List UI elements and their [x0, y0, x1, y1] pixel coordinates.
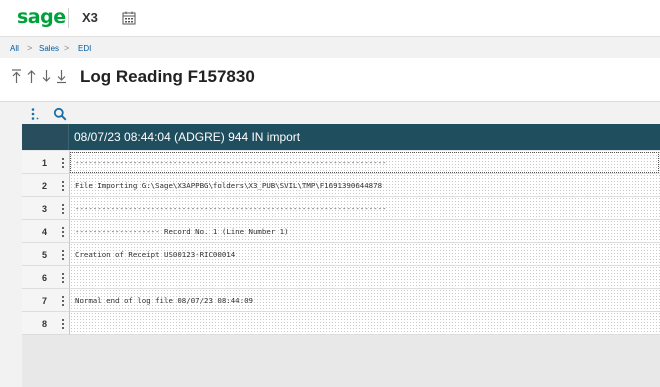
- grid-header-title: 08/07/23 08:44:04 (ADGRE) 944 IN import: [74, 130, 301, 144]
- log-grid: 08/07/23 08:44:04 (ADGRE) 944 IN import …: [22, 124, 660, 387]
- calendar-icon[interactable]: [122, 11, 136, 25]
- table-row[interactable]: 7 Normal end of log file 08/07/23 08:44:…: [22, 289, 660, 312]
- search-icon[interactable]: [53, 107, 67, 121]
- row-menu-icon[interactable]: [57, 243, 69, 266]
- chevron-right-icon: >: [64, 43, 70, 53]
- log-line[interactable]: ----------------------------------------…: [69, 197, 660, 220]
- row-menu-icon[interactable]: [57, 174, 69, 197]
- row-menu-icon[interactable]: [57, 266, 69, 289]
- previous-record-icon[interactable]: [26, 68, 37, 84]
- log-line[interactable]: ----------------------------------------…: [69, 151, 660, 174]
- row-number: 6: [22, 266, 57, 289]
- row-number: 7: [22, 289, 57, 312]
- log-line[interactable]: [69, 266, 660, 289]
- grid-header-corner: [22, 124, 69, 150]
- log-line[interactable]: ------------------- Record No. 1 (Line N…: [69, 220, 660, 243]
- top-bar: sage X3: [0, 0, 660, 37]
- more-vertical-icon[interactable]: [26, 107, 40, 121]
- table-row[interactable]: 3 --------------------------------------…: [22, 197, 660, 220]
- row-menu-icon[interactable]: [57, 220, 69, 243]
- breadcrumb-all[interactable]: All: [10, 44, 19, 53]
- product-name: X3: [82, 10, 98, 25]
- breadcrumb-sales[interactable]: Sales: [39, 44, 59, 53]
- log-line[interactable]: [69, 312, 660, 335]
- title-bar: Log Reading F157830: [0, 58, 660, 102]
- row-number: 4: [22, 220, 57, 243]
- last-record-icon[interactable]: [56, 68, 67, 84]
- divider: [68, 8, 69, 28]
- next-record-icon[interactable]: [41, 68, 52, 84]
- sage-logo[interactable]: sage: [17, 6, 66, 28]
- log-line[interactable]: File Importing G:\Sage\X3APPBG\folders\X…: [69, 174, 660, 197]
- row-menu-icon[interactable]: [57, 289, 69, 312]
- breadcrumb: All > Sales > EDI: [0, 38, 660, 58]
- table-row[interactable]: 2 File Importing G:\Sage\X3APPBG\folders…: [22, 174, 660, 197]
- row-menu-icon[interactable]: [57, 197, 69, 220]
- log-line[interactable]: Creation of Receipt US00123-RIC00014: [69, 243, 660, 266]
- row-number: 8: [22, 312, 57, 335]
- table-row[interactable]: 8: [22, 312, 660, 335]
- row-menu-icon[interactable]: [57, 312, 69, 335]
- table-row[interactable]: 4 ------------------- Record No. 1 (Line…: [22, 220, 660, 243]
- first-record-icon[interactable]: [11, 68, 22, 84]
- table-row[interactable]: 5 Creation of Receipt US00123-RIC00014: [22, 243, 660, 266]
- page-title: Log Reading F157830: [80, 67, 255, 86]
- row-number: 2: [22, 174, 57, 197]
- grid-toolbar: [22, 106, 660, 124]
- table-row[interactable]: 6: [22, 266, 660, 289]
- row-number: 3: [22, 197, 57, 220]
- breadcrumb-edi[interactable]: EDI: [78, 44, 91, 53]
- log-line[interactable]: Normal end of log file 08/07/23 08:44:09: [69, 289, 660, 312]
- table-row[interactable]: 1 --------------------------------------…: [22, 151, 660, 174]
- chevron-right-icon: >: [27, 43, 33, 53]
- row-menu-icon[interactable]: [57, 151, 69, 174]
- grid-header: 08/07/23 08:44:04 (ADGRE) 944 IN import: [22, 124, 660, 150]
- row-number: 5: [22, 243, 57, 266]
- row-number: 1: [22, 151, 57, 174]
